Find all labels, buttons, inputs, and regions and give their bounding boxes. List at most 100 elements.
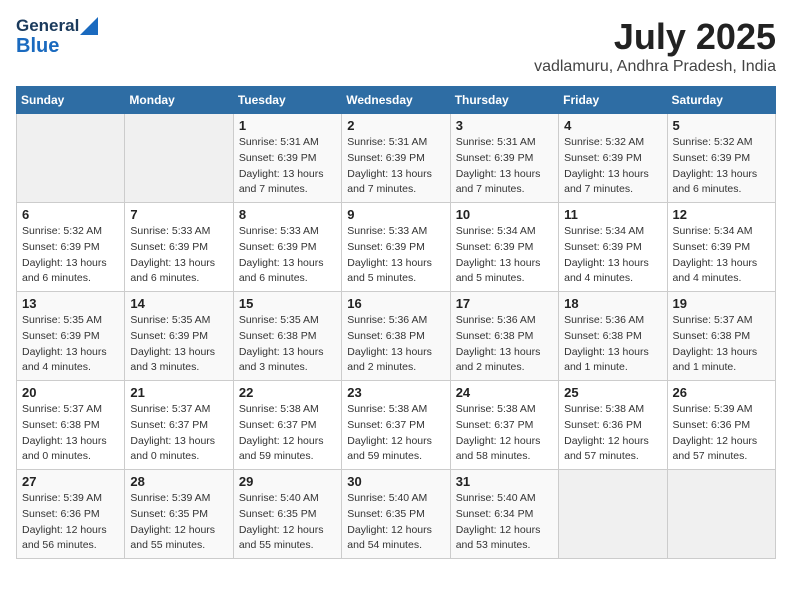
day-detail: Sunrise: 5:39 AM Sunset: 6:35 PM Dayligh…	[130, 492, 215, 551]
calendar-day-cell: 29 Sunrise: 5:40 AM Sunset: 6:35 PM Dayli…	[233, 470, 341, 559]
calendar-day-cell: 31 Sunrise: 5:40 AM Sunset: 6:34 PM Dayli…	[450, 470, 558, 559]
day-detail: Sunrise: 5:35 AM Sunset: 6:39 PM Dayligh…	[22, 314, 107, 373]
day-detail: Sunrise: 5:38 AM Sunset: 6:37 PM Dayligh…	[456, 403, 541, 462]
day-number: 25	[564, 385, 661, 400]
day-detail: Sunrise: 5:36 AM Sunset: 6:38 PM Dayligh…	[456, 314, 541, 373]
day-detail: Sunrise: 5:35 AM Sunset: 6:39 PM Dayligh…	[130, 314, 215, 373]
day-detail: Sunrise: 5:34 AM Sunset: 6:39 PM Dayligh…	[456, 225, 541, 284]
day-detail: Sunrise: 5:32 AM Sunset: 6:39 PM Dayligh…	[564, 136, 649, 195]
day-detail: Sunrise: 5:32 AM Sunset: 6:39 PM Dayligh…	[673, 136, 758, 195]
logo: General Blue	[16, 16, 98, 58]
page-title: July 2025	[534, 16, 776, 58]
page-header: General Blue July 2025 vadlamuru, Andhra…	[16, 16, 776, 76]
day-detail: Sunrise: 5:40 AM Sunset: 6:34 PM Dayligh…	[456, 492, 541, 551]
title-block: July 2025 vadlamuru, Andhra Pradesh, Ind…	[534, 16, 776, 76]
page-subtitle: vadlamuru, Andhra Pradesh, India	[534, 58, 776, 76]
day-number: 8	[239, 207, 336, 222]
calendar-week-row: 6 Sunrise: 5:32 AM Sunset: 6:39 PM Daylig…	[17, 203, 776, 292]
day-detail: Sunrise: 5:33 AM Sunset: 6:39 PM Dayligh…	[130, 225, 215, 284]
day-detail: Sunrise: 5:40 AM Sunset: 6:35 PM Dayligh…	[239, 492, 324, 551]
day-number: 15	[239, 296, 336, 311]
calendar-day-cell: 3Sunrise: 5:31 AM Sunset: 6:39 PM Daylig…	[450, 114, 558, 203]
calendar-day-cell: 2Sunrise: 5:31 AM Sunset: 6:39 PM Daylig…	[342, 114, 450, 203]
day-number: 20	[22, 385, 119, 400]
day-detail: Sunrise: 5:37 AM Sunset: 6:38 PM Dayligh…	[22, 403, 107, 462]
calendar-day-cell	[559, 470, 667, 559]
day-detail: Sunrise: 5:35 AM Sunset: 6:38 PM Dayligh…	[239, 314, 324, 373]
calendar-day-cell	[667, 470, 775, 559]
calendar-day-cell: 10Sunrise: 5:34 AM Sunset: 6:39 PM Dayli…	[450, 203, 558, 292]
calendar-day-cell: 28Sunrise: 5:39 AM Sunset: 6:35 PM Dayli…	[125, 470, 233, 559]
calendar-day-cell: 16 Sunrise: 5:36 AM Sunset: 6:38 PM Dayli…	[342, 292, 450, 381]
calendar-day-cell: 19 Sunrise: 5:37 AM Sunset: 6:38 PM Dayli…	[667, 292, 775, 381]
day-detail: Sunrise: 5:34 AM Sunset: 6:39 PM Dayligh…	[564, 225, 649, 284]
logo-arrow-icon	[80, 17, 98, 35]
calendar-day-cell: 7 Sunrise: 5:33 AM Sunset: 6:39 PM Daylig…	[125, 203, 233, 292]
day-number: 17	[456, 296, 553, 311]
calendar-week-row: 27Sunrise: 5:39 AM Sunset: 6:36 PM Dayli…	[17, 470, 776, 559]
calendar-day-cell: 8 Sunrise: 5:33 AM Sunset: 6:39 PM Daylig…	[233, 203, 341, 292]
calendar-day-cell: 11 Sunrise: 5:34 AM Sunset: 6:39 PM Dayli…	[559, 203, 667, 292]
day-number: 6	[22, 207, 119, 222]
day-number: 16	[347, 296, 444, 311]
day-number: 19	[673, 296, 770, 311]
calendar-day-cell: 13 Sunrise: 5:35 AM Sunset: 6:39 PM Dayli…	[17, 292, 125, 381]
day-number: 29	[239, 474, 336, 489]
calendar-week-row: 1 Sunrise: 5:31 AM Sunset: 6:39 PM Daylig…	[17, 114, 776, 203]
day-number: 14	[130, 296, 227, 311]
calendar-day-cell: 23Sunrise: 5:38 AM Sunset: 6:37 PM Dayli…	[342, 381, 450, 470]
calendar-day-cell: 1 Sunrise: 5:31 AM Sunset: 6:39 PM Daylig…	[233, 114, 341, 203]
day-number: 22	[239, 385, 336, 400]
day-number: 3	[456, 118, 553, 133]
day-detail: Sunrise: 5:31 AM Sunset: 6:39 PM Dayligh…	[239, 136, 324, 195]
day-number: 13	[22, 296, 119, 311]
calendar-day-cell: 25 Sunrise: 5:38 AM Sunset: 6:36 PM Dayli…	[559, 381, 667, 470]
calendar-day-cell	[125, 114, 233, 203]
calendar-day-cell: 9Sunrise: 5:33 AM Sunset: 6:39 PM Daylig…	[342, 203, 450, 292]
weekday-header: Wednesday	[342, 87, 450, 114]
day-detail: Sunrise: 5:38 AM Sunset: 6:36 PM Dayligh…	[564, 403, 649, 462]
day-detail: Sunrise: 5:38 AM Sunset: 6:37 PM Dayligh…	[347, 403, 432, 462]
calendar-day-cell: 5Sunrise: 5:32 AM Sunset: 6:39 PM Daylig…	[667, 114, 775, 203]
calendar-day-cell: 26 Sunrise: 5:39 AM Sunset: 6:36 PM Dayli…	[667, 381, 775, 470]
day-number: 26	[673, 385, 770, 400]
calendar-week-row: 20 Sunrise: 5:37 AM Sunset: 6:38 PM Dayli…	[17, 381, 776, 470]
day-detail: Sunrise: 5:38 AM Sunset: 6:37 PM Dayligh…	[239, 403, 324, 462]
day-detail: Sunrise: 5:33 AM Sunset: 6:39 PM Dayligh…	[347, 225, 432, 284]
calendar-day-cell: 20 Sunrise: 5:37 AM Sunset: 6:38 PM Dayli…	[17, 381, 125, 470]
calendar-day-cell	[17, 114, 125, 203]
calendar-day-cell: 17 Sunrise: 5:36 AM Sunset: 6:38 PM Dayli…	[450, 292, 558, 381]
calendar-day-cell: 12 Sunrise: 5:34 AM Sunset: 6:39 PM Dayli…	[667, 203, 775, 292]
day-detail: Sunrise: 5:39 AM Sunset: 6:36 PM Dayligh…	[22, 492, 107, 551]
day-detail: Sunrise: 5:31 AM Sunset: 6:39 PM Dayligh…	[347, 136, 432, 195]
day-detail: Sunrise: 5:37 AM Sunset: 6:37 PM Dayligh…	[130, 403, 215, 462]
day-detail: Sunrise: 5:39 AM Sunset: 6:36 PM Dayligh…	[673, 403, 758, 462]
day-detail: Sunrise: 5:36 AM Sunset: 6:38 PM Dayligh…	[347, 314, 432, 373]
day-number: 12	[673, 207, 770, 222]
day-detail: Sunrise: 5:36 AM Sunset: 6:38 PM Dayligh…	[564, 314, 649, 373]
day-detail: Sunrise: 5:33 AM Sunset: 6:39 PM Dayligh…	[239, 225, 324, 284]
logo-blue: Blue	[16, 34, 98, 58]
day-detail: Sunrise: 5:32 AM Sunset: 6:39 PM Dayligh…	[22, 225, 107, 284]
day-number: 11	[564, 207, 661, 222]
calendar-day-cell: 22 Sunrise: 5:38 AM Sunset: 6:37 PM Dayli…	[233, 381, 341, 470]
weekday-header: Monday	[125, 87, 233, 114]
day-detail: Sunrise: 5:40 AM Sunset: 6:35 PM Dayligh…	[347, 492, 432, 551]
calendar-day-cell: 14 Sunrise: 5:35 AM Sunset: 6:39 PM Dayli…	[125, 292, 233, 381]
day-number: 30	[347, 474, 444, 489]
calendar-day-cell: 18Sunrise: 5:36 AM Sunset: 6:38 PM Dayli…	[559, 292, 667, 381]
day-detail: Sunrise: 5:34 AM Sunset: 6:39 PM Dayligh…	[673, 225, 758, 284]
day-number: 21	[130, 385, 227, 400]
day-number: 7	[130, 207, 227, 222]
calendar-table: SundayMondayTuesdayWednesdayThursdayFrid…	[16, 86, 776, 559]
weekday-header: Friday	[559, 87, 667, 114]
calendar-day-cell: 4Sunrise: 5:32 AM Sunset: 6:39 PM Daylig…	[559, 114, 667, 203]
day-number: 31	[456, 474, 553, 489]
calendar-day-cell: 15 Sunrise: 5:35 AM Sunset: 6:38 PM Dayli…	[233, 292, 341, 381]
day-number: 1	[239, 118, 336, 133]
calendar-header-row: SundayMondayTuesdayWednesdayThursdayFrid…	[17, 87, 776, 114]
calendar-day-cell: 24Sunrise: 5:38 AM Sunset: 6:37 PM Dayli…	[450, 381, 558, 470]
day-detail: Sunrise: 5:37 AM Sunset: 6:38 PM Dayligh…	[673, 314, 758, 373]
weekday-header: Tuesday	[233, 87, 341, 114]
weekday-header: Sunday	[17, 87, 125, 114]
